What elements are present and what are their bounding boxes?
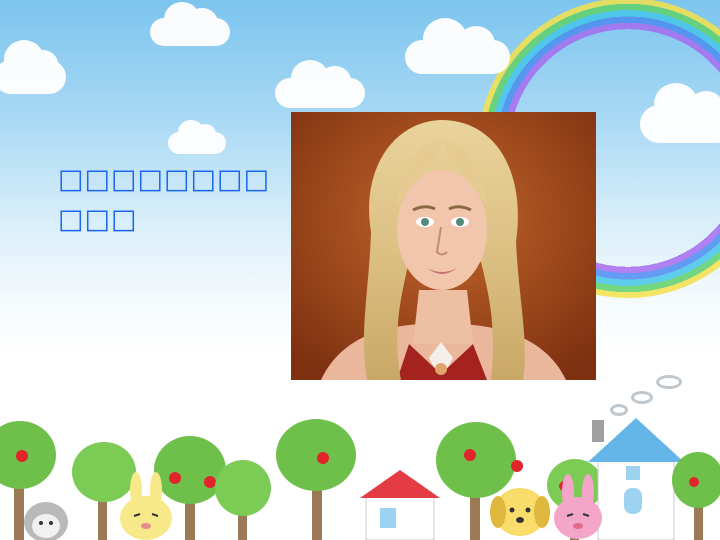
house-icon [588,418,684,540]
slide: □□□□□□□□ □□□ [0,0,720,540]
cartoon-village-scenery [0,418,720,540]
cloud-icon [640,83,720,143]
dog-icon [490,488,550,536]
cloud-icon [275,60,365,108]
slide-text-line-2: □□□ [58,204,138,235]
cloud-icon [168,120,226,154]
sheep-icon [24,502,68,540]
slide-text-line-1: □□□□□□□□ [58,164,271,195]
slide-text: □□□□□□□□ □□□ [58,160,278,240]
tree-icon [672,452,720,540]
thought-bubble-icon [656,375,682,389]
cloud-icon [405,18,510,74]
cloud-icon [0,40,66,94]
cloud-icon [150,2,230,46]
tree-icon [215,460,271,540]
portrait-photo [291,112,596,380]
house-icon [360,470,440,540]
tree-icon [276,419,356,540]
portrait-illustration [291,112,596,380]
